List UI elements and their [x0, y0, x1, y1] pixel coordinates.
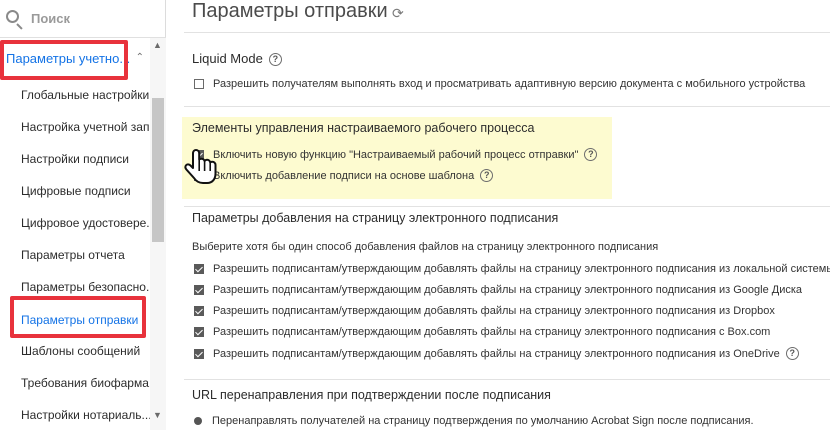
divider [184, 32, 830, 33]
search-icon [5, 9, 25, 30]
workflow-option-custom-send[interactable]: Включить новую функцию "Настраиваемый ра… [194, 148, 598, 161]
liquid-mode-option[interactable]: Разрешить получателям выполнять вход и п… [194, 78, 805, 90]
redirect-title: URL перенаправления при подтверждении по… [192, 388, 551, 402]
help-icon[interactable]: ? [268, 53, 282, 67]
search-bar [0, 0, 166, 38]
highlight-box-send-settings [10, 296, 146, 338]
redirect-option[interactable]: Перенаправлять получателей на страницу п… [194, 415, 754, 427]
liquid-mode-title: Liquid Mode? [192, 51, 282, 67]
scroll-up-arrow-icon[interactable]: ▲ [153, 40, 162, 50]
add-files-note: Выберите хотя бы один способ добавления … [192, 241, 659, 253]
main-panel: Параметры отправки ⟳ Liquid Mode? Разреш… [166, 0, 830, 430]
liquid-mode-checkbox[interactable] [194, 79, 204, 89]
divider [184, 106, 830, 107]
highlight-box-section [0, 40, 128, 80]
scroll-down-arrow-icon[interactable]: ▼ [153, 410, 162, 420]
sidebar-item-digital-identity[interactable]: Цифровое удостовере... [21, 216, 156, 230]
option-label: Разрешить подписантам/утверждающим добав… [213, 263, 830, 275]
sidebar-item-security-settings[interactable]: Параметры безопасно... [21, 280, 156, 294]
add-files-option-box[interactable]: Разрешить подписантам/утверждающим добав… [194, 326, 770, 338]
sidebar-item-account-setup[interactable]: Настройка учетной зап... [21, 120, 159, 134]
option-label: Разрешить подписантам/утверждающим добав… [213, 326, 771, 338]
chevron-up-icon: ⌃ [135, 52, 144, 63]
sidebar-item-report-settings[interactable]: Параметры отчета [21, 248, 125, 262]
sidebar-item-global-settings[interactable]: Глобальные настройки [21, 88, 149, 102]
add-files-title: Параметры добавления на страницу электро… [192, 211, 559, 225]
workflow-option-template-signature[interactable]: Включить добавление подписи на основе ша… [194, 169, 494, 182]
option-label: Разрешить подписантам/утверждающим добав… [213, 347, 780, 360]
search-input[interactable] [31, 11, 141, 26]
onedrive-checkbox[interactable] [194, 348, 204, 359]
redirect-radio[interactable] [194, 417, 202, 425]
add-files-option-local[interactable]: Разрешить подписантам/утверждающим добав… [194, 263, 830, 275]
custom-send-workflow-label: Включить новую функцию "Настраиваемый ра… [213, 148, 579, 161]
google-drive-checkbox[interactable] [194, 285, 204, 295]
option-label: Разрешить подписантам/утверждающим добав… [213, 305, 775, 317]
hand-cursor-icon [184, 149, 217, 184]
box-checkbox[interactable] [194, 327, 204, 337]
liquid-mode-option-label: Разрешить получателям выполнять вход и п… [213, 78, 806, 90]
refresh-icon[interactable]: ⟳ [392, 5, 404, 22]
option-label: Разрешить подписантам/утверждающим добав… [213, 284, 803, 296]
liquid-mode-label: Liquid Mode [192, 51, 263, 66]
page-title: Параметры отправки [192, 0, 388, 22]
help-icon[interactable]: ? [480, 169, 494, 182]
add-files-option-google-drive[interactable]: Разрешить подписантам/утверждающим добав… [194, 284, 802, 296]
divider [184, 379, 830, 380]
sidebar-item-notary-settings[interactable]: Настройки нотариаль... [21, 408, 152, 422]
sidebar-item-message-templates[interactable]: Шаблоны сообщений [21, 344, 140, 358]
local-system-checkbox[interactable] [194, 264, 204, 274]
workflow-title: Элементы управления настраиваемого рабоч… [192, 121, 535, 135]
divider [184, 206, 830, 207]
sidebar-item-digital-signatures[interactable]: Цифровые подписи [21, 184, 131, 198]
sidebar: Параметры учетно... ⌃ Глобальные настрой… [0, 0, 166, 430]
dropbox-checkbox[interactable] [194, 306, 204, 316]
add-files-option-dropbox[interactable]: Разрешить подписантам/утверждающим добав… [194, 305, 775, 317]
scrollbar-thumb[interactable] [152, 98, 164, 242]
sidebar-item-biopharma[interactable]: Требования биофарма... [21, 376, 159, 390]
help-icon[interactable]: ? [785, 347, 799, 360]
sidebar-item-signature-settings[interactable]: Настройки подписи [21, 152, 129, 166]
template-signature-label: Включить добавление подписи на основе ша… [213, 169, 475, 182]
add-files-option-onedrive[interactable]: Разрешить подписантам/утверждающим добав… [194, 347, 799, 360]
help-icon[interactable]: ? [584, 148, 598, 161]
redirect-option-label: Перенаправлять получателей на страницу п… [212, 415, 754, 427]
